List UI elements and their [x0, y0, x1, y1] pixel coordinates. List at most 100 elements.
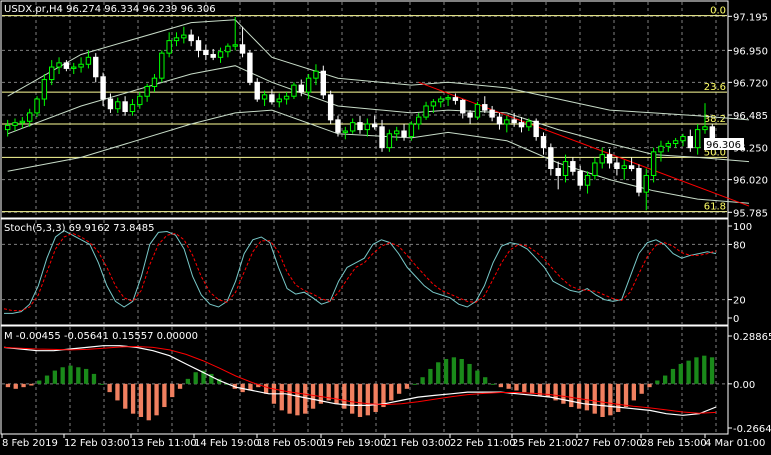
macd-bar-positive — [702, 355, 707, 384]
bull-candle-body — [144, 86, 150, 97]
macd-bar-negative — [389, 383, 394, 401]
bull-candle-body — [445, 97, 451, 100]
macd-bar-negative — [303, 383, 308, 414]
fib-level-label: 23.6 — [704, 82, 726, 93]
macd-bar-negative — [522, 383, 527, 393]
bear-candle-body — [203, 49, 209, 56]
price-tick-label: 97.195 — [733, 12, 768, 23]
bear-candle-body — [460, 99, 466, 114]
bear-candle-body — [548, 147, 554, 170]
macd-bar-negative — [334, 383, 339, 404]
trading-chart[interactable]: 0.023.638.250.061.8 97.19596.95096.72096… — [0, 0, 771, 455]
stoch-tick-label: 100 — [733, 222, 752, 233]
current-price-tag: 96.306 — [704, 138, 744, 151]
bear-candle-body — [93, 56, 99, 78]
bear-candle-body — [555, 168, 561, 176]
macd-bar-positive — [37, 380, 42, 384]
bear-candle-body — [210, 54, 216, 58]
macd-bar-negative — [631, 383, 636, 401]
bull-candle-body — [291, 84, 297, 97]
macd-bar-positive — [76, 367, 81, 384]
time-tick-label: 13 Feb 11:00 — [131, 438, 197, 449]
bull-candle-body — [592, 162, 598, 176]
macd-bar-negative — [623, 383, 629, 408]
bull-candle-body — [430, 101, 437, 107]
price-tick-label: 96.720 — [733, 78, 768, 89]
bear-candle-body — [122, 101, 128, 113]
bull-candle-body — [665, 142, 671, 147]
bull-candle-body — [181, 34, 187, 39]
bull-candle-body — [650, 151, 657, 176]
bear-candle-body — [188, 34, 194, 42]
macd-bar-positive — [490, 383, 496, 385]
macd-bar-negative — [21, 383, 26, 388]
macd-bar-positive — [99, 383, 104, 385]
macd-bar-positive — [467, 363, 472, 384]
bear-candle-body — [482, 104, 488, 111]
macd-bar-positive — [60, 367, 65, 384]
time-tick-label: 25 Feb 21:00 — [512, 438, 578, 449]
candle — [159, 50, 165, 83]
bull-candle-body — [599, 154, 605, 164]
bull-candle-body — [438, 98, 444, 103]
bear-candle-body — [195, 40, 202, 51]
stoch-tick-label: 80 — [733, 240, 746, 251]
bull-candle-body — [217, 51, 224, 58]
macd-header: M -0.00455 -0.05641 0.15557 0.00000 — [4, 331, 198, 342]
macd-bar-negative — [569, 383, 574, 408]
macd-bar-positive — [68, 365, 73, 384]
price-tick-label: 95.785 — [733, 208, 768, 219]
bear-candle-body — [628, 165, 635, 170]
bull-candle-body — [283, 95, 290, 100]
current-price-label: 96.306 — [706, 140, 741, 151]
bull-candle-body — [349, 122, 356, 132]
macd-bar-negative — [13, 383, 18, 389]
bull-candle-body — [416, 116, 422, 125]
bull-candle-body — [49, 66, 55, 81]
bull-candle-body — [151, 77, 158, 88]
bear-candle-body — [254, 81, 260, 100]
macd-bar-positive — [475, 370, 480, 384]
bull-candle-body — [393, 130, 400, 135]
bear-candle-body — [239, 44, 246, 54]
macd-bar-negative — [357, 383, 363, 417]
bear-candle-body — [100, 76, 106, 100]
bull-candle-body — [526, 120, 532, 128]
macd-bar-positive — [670, 368, 676, 384]
bull-candle-body — [680, 136, 686, 142]
macd-bar-negative — [608, 383, 613, 416]
bull-candle-body — [305, 77, 312, 93]
macd-bar-positive — [662, 375, 668, 384]
bull-candle-body — [56, 62, 62, 68]
bull-candle-body — [694, 129, 701, 149]
bull-candle-body — [364, 123, 371, 131]
time-tick-label: 19 Feb 19:00 — [321, 438, 387, 449]
bull-candle-body — [261, 94, 268, 100]
candle — [247, 50, 253, 86]
bull-candle-body — [166, 40, 172, 54]
macd-bar-positive — [655, 380, 660, 384]
symbol-header: USDX.pr,H4 96.274 96.334 96.239 96.306 — [4, 4, 216, 15]
bear-candle-body — [614, 162, 620, 170]
bear-candle-body — [320, 70, 327, 96]
macd-bar-negative — [29, 383, 34, 386]
bull-candle-body — [115, 101, 121, 110]
bear-candle-body — [63, 62, 70, 69]
bull-candle-body — [129, 104, 136, 113]
macd-bar-negative — [396, 383, 402, 394]
bear-candle-body — [107, 98, 114, 110]
bear-candle-body — [606, 154, 613, 164]
bull-candle-body — [386, 133, 393, 149]
time-tick-label: 22 Feb 11:00 — [450, 438, 516, 449]
macd-tick-label: 0.00 — [733, 380, 755, 391]
bull-candle-body — [225, 45, 231, 53]
bull-candle-body — [4, 124, 11, 131]
stoch-tick-label: 20 — [733, 296, 746, 307]
macd-bar-negative — [146, 383, 151, 421]
macd-bar-positive — [84, 368, 89, 384]
macd-bar-negative — [162, 383, 167, 408]
macd-bar-negative — [295, 383, 300, 416]
bear-candle-body — [511, 119, 517, 124]
macd-bar-negative — [263, 383, 269, 394]
macd-bar-negative — [310, 383, 316, 409]
